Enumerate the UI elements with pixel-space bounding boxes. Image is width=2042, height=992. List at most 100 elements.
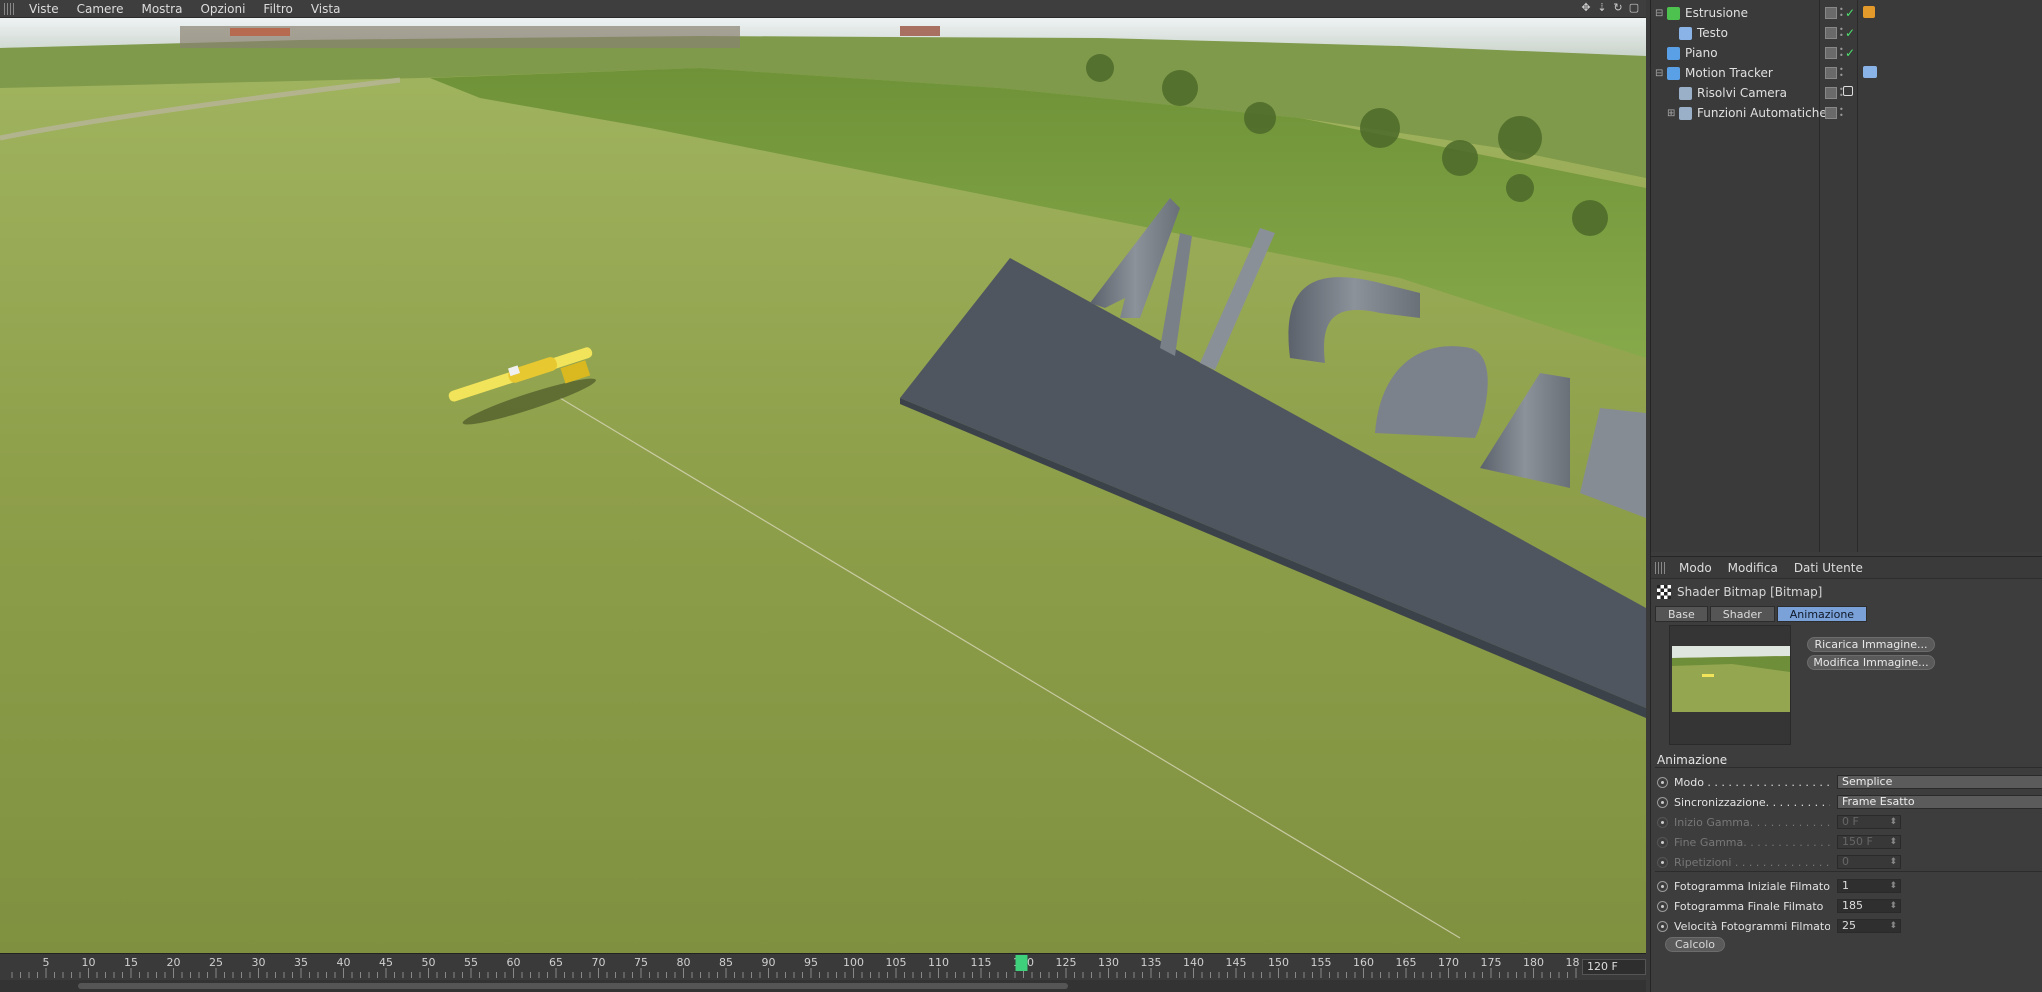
ruler-label: 160: [1353, 956, 1374, 969]
attribute-tabs: Base Shader Animazione: [1655, 606, 1868, 622]
tab-shader[interactable]: Shader: [1709, 606, 1775, 622]
param-number-field[interactable]: 185: [1837, 899, 1901, 913]
param-label: Ripetizioni . . . . . . . . . . . . . . …: [1674, 855, 1830, 869]
ruler-label: 135: [1141, 956, 1162, 969]
side-panels: ⊟ Estrusione • • ✓ Testo • • ✓ Piano • • ✓ ⊟ Motion Tr…: [1650, 0, 2042, 992]
tab-base[interactable]: Base: [1655, 606, 1708, 622]
ruler-label: 10: [82, 956, 96, 969]
ruler-label: 95: [804, 956, 818, 969]
param-label: Velocità Fotogrammi Filmato: [1674, 919, 1830, 933]
attr-menu-dati-utente[interactable]: Dati Utente: [1786, 561, 1871, 575]
dolly-view-icon[interactable]: ⇣: [1596, 2, 1608, 14]
maximize-view-icon[interactable]: ▢: [1628, 2, 1640, 14]
visibility-flag-icon[interactable]: [1825, 87, 1837, 99]
ruler-label: 115: [971, 956, 992, 969]
object-name: Funzioni Automatiche: [1697, 106, 1827, 120]
ruler-label: 55: [464, 956, 478, 969]
animate-radio-icon[interactable]: [1657, 776, 1668, 788]
enabled-check-icon[interactable]: ✓: [1845, 7, 1855, 19]
viewport[interactable]: Viste Camere Mostra Opzioni Filtro Vista…: [0, 0, 1646, 992]
object-row[interactable]: Testo • • ✓: [1651, 23, 2042, 43]
animate-radio-icon[interactable]: [1657, 920, 1668, 932]
current-frame-field[interactable]: 120 F: [1582, 959, 1646, 975]
animate-radio-icon[interactable]: [1657, 816, 1668, 828]
ruler-label: 50: [422, 956, 436, 969]
attribute-manager: Modo Modifica Dati Utente Shader Bitmap …: [1651, 556, 2042, 992]
ruler-label: 185: [1566, 956, 1581, 969]
ruler-label: 125: [1056, 956, 1077, 969]
enabled-check-icon[interactable]: ✓: [1845, 47, 1855, 59]
reload-image-button[interactable]: Ricarica Immagine...: [1807, 637, 1935, 652]
visibility-flag-icon[interactable]: [1825, 67, 1837, 79]
param-row: Fotogramma Iniziale Filmato 1: [1657, 877, 2042, 895]
visibility-flag-icon[interactable]: [1825, 27, 1837, 39]
param-row: Velocità Fotogrammi Filmato 25: [1657, 917, 2042, 935]
expand-icon[interactable]: ⊞: [1667, 108, 1675, 119]
ruler-label: 140: [1183, 956, 1204, 969]
animate-radio-icon[interactable]: [1657, 856, 1668, 868]
animate-radio-icon[interactable]: [1657, 900, 1668, 912]
animate-radio-icon[interactable]: [1657, 836, 1668, 848]
menu-opzioni[interactable]: Opzioni: [191, 0, 254, 18]
move-view-icon[interactable]: ✥: [1580, 2, 1592, 14]
param-select[interactable]: Semplice: [1837, 775, 2042, 789]
visibility-flag-icon[interactable]: [1825, 7, 1837, 19]
param-number-field[interactable]: 1: [1837, 879, 1901, 893]
menu-vista[interactable]: Vista: [302, 0, 350, 18]
bitmap-preview[interactable]: [1669, 625, 1791, 745]
ruler-label: 150: [1268, 956, 1289, 969]
object-row[interactable]: ⊟ Estrusione • • ✓: [1651, 3, 2042, 23]
ruler-label: 145: [1226, 956, 1247, 969]
collapse-icon[interactable]: ⊟: [1655, 68, 1663, 79]
shader-title: Shader Bitmap [Bitmap]: [1677, 585, 1823, 599]
checker-shader-icon: [1657, 585, 1671, 599]
timeline[interactable]: 5 10 15 20 25 30 35 40 45 50 55 60 65 70 75 80 85 90 95 100…: [0, 953, 1646, 992]
tracker-tag-icon[interactable]: [1863, 66, 1877, 78]
ruler-label: 30: [252, 956, 266, 969]
menu-grip-icon[interactable]: [4, 2, 14, 15]
ruler-label: 5: [43, 956, 50, 969]
render-dots-icon[interactable]: • •: [1839, 66, 1844, 80]
visibility-flag-icon[interactable]: [1825, 107, 1837, 119]
phong-tag-icon[interactable]: [1863, 6, 1875, 18]
param-row: Sincronizzazione. . . . . . . . . . . . …: [1657, 793, 2042, 811]
object-row[interactable]: ⊟ Motion Tracker • •: [1651, 63, 2042, 83]
timeline-ruler[interactable]: 5 10 15 20 25 30 35 40 45 50 55 60 65 70 75 80 85 90 95 100…: [0, 954, 1580, 978]
attr-menu-modo[interactable]: Modo: [1671, 561, 1720, 575]
render-dots-icon[interactable]: • •: [1839, 106, 1844, 120]
ruler-label: 180: [1523, 956, 1544, 969]
edit-image-button[interactable]: Modifica Immagine...: [1807, 655, 1935, 670]
menu-filtro[interactable]: Filtro: [254, 0, 301, 18]
tab-animazione[interactable]: Animazione: [1776, 606, 1868, 622]
ruler-label: 105: [886, 956, 907, 969]
attr-menu-modifica[interactable]: Modifica: [1720, 561, 1786, 575]
menu-grip-icon[interactable]: [1655, 561, 1665, 574]
render-dots-icon[interactable]: • •: [1839, 46, 1844, 60]
visibility-flag-icon[interactable]: [1825, 47, 1837, 59]
object-type-icon: [1667, 66, 1680, 80]
scene-render[interactable]: [0, 18, 1646, 953]
ruler-label: 110: [928, 956, 949, 969]
param-select[interactable]: Frame Esatto: [1837, 795, 2042, 809]
calculate-button[interactable]: Calcolo: [1665, 937, 1725, 952]
playhead-marker[interactable]: [1015, 955, 1028, 971]
range-slider[interactable]: [78, 983, 1068, 989]
animate-radio-icon[interactable]: [1657, 880, 1668, 892]
render-dots-icon[interactable]: • •: [1839, 6, 1844, 20]
animate-radio-icon[interactable]: [1657, 796, 1668, 808]
camera-solve-tag-icon[interactable]: [1843, 86, 1853, 96]
menu-mostra[interactable]: Mostra: [132, 0, 191, 18]
enabled-check-icon[interactable]: ✓: [1845, 27, 1855, 39]
param-number-field[interactable]: 25: [1837, 919, 1901, 933]
object-type-icon: [1667, 6, 1680, 20]
object-row[interactable]: Piano • • ✓: [1651, 43, 2042, 63]
object-name: Motion Tracker: [1685, 66, 1773, 80]
ruler-label: 155: [1311, 956, 1332, 969]
ruler-label: 35: [294, 956, 308, 969]
rotate-view-icon[interactable]: ↻: [1612, 2, 1624, 14]
object-row[interactable]: ⊞ Funzioni Automatiche • •: [1651, 103, 2042, 123]
menu-viste[interactable]: Viste: [20, 0, 68, 18]
collapse-icon[interactable]: ⊟: [1655, 8, 1663, 19]
render-dots-icon[interactable]: • •: [1839, 26, 1844, 40]
menu-camere[interactable]: Camere: [68, 0, 133, 18]
